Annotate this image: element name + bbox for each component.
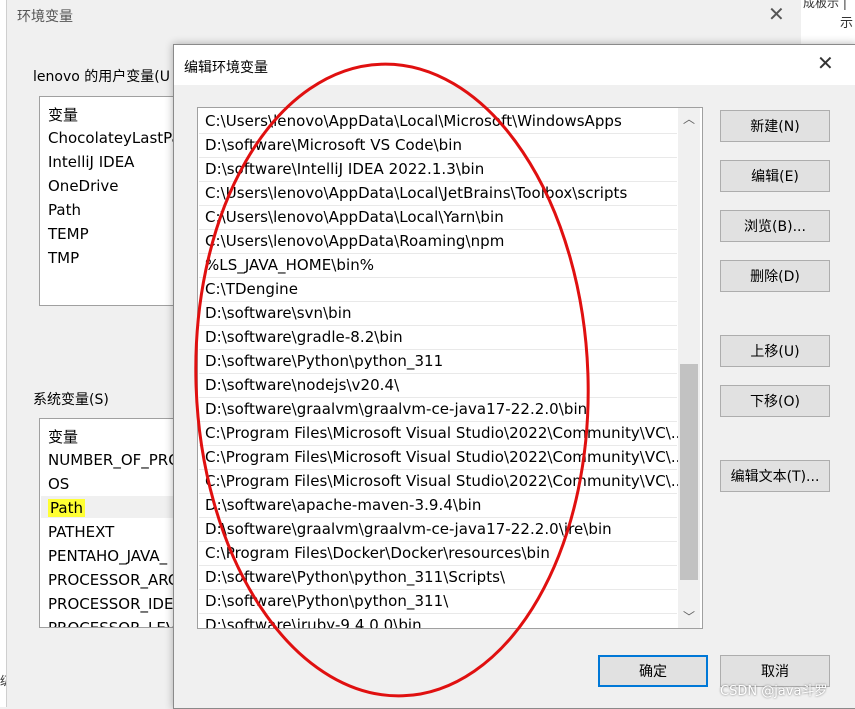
list-item[interactable]: PATHEXT: [48, 523, 114, 541]
edit-button[interactable]: 编辑(E): [720, 160, 830, 192]
row-divider: [199, 589, 677, 590]
list-item[interactable]: TMP: [48, 249, 79, 267]
background-top-text: 成板示 |: [803, 0, 847, 10]
path-list-item[interactable]: D:\software\graalvm\graalvm-ce-java17-22…: [205, 400, 587, 418]
new-button[interactable]: 新建(N): [720, 110, 830, 142]
list-item[interactable]: PROCESSOR_LEVE: [48, 619, 186, 627]
row-divider: [199, 301, 677, 302]
row-divider: [199, 517, 677, 518]
list-item[interactable]: IntelliJ IDEA: [48, 153, 134, 171]
list-item[interactable]: ChocolateyLastPa: [48, 129, 181, 147]
list-item[interactable]: OS: [48, 475, 69, 493]
path-list-item[interactable]: D:\software\Python\python_311: [205, 352, 443, 370]
list-item[interactable]: NUMBER_OF_PRO: [48, 451, 180, 469]
list-item[interactable]: Path: [48, 201, 81, 219]
path-list-item[interactable]: D:\software\IntelliJ IDEA 2022.1.3\bin: [205, 160, 484, 178]
path-list-item[interactable]: D:\software\Python\python_311\Scripts\: [205, 568, 505, 586]
edit-text-button[interactable]: 编辑文本(T)...: [720, 460, 830, 492]
row-divider: [199, 229, 677, 230]
path-list-item[interactable]: C:\Program Files\Microsoft Visual Studio…: [205, 424, 685, 442]
path-list-item[interactable]: D:\software\svn\bin: [205, 304, 352, 322]
delete-button[interactable]: 删除(D): [720, 260, 830, 292]
scroll-thumb[interactable]: [680, 364, 698, 580]
row-divider: [199, 253, 677, 254]
path-list-item[interactable]: D:\software\nodejs\v20.4\: [205, 376, 399, 394]
row-divider: [199, 397, 677, 398]
path-list-item[interactable]: D:\software\gradle-8.2\bin: [205, 328, 403, 346]
background-side-text: 示: [840, 16, 854, 31]
path-list-item[interactable]: C:\Users\lenovo\AppData\Local\JetBrains\…: [205, 184, 627, 202]
row-divider: [199, 445, 677, 446]
move-up-button[interactable]: 上移(U): [720, 335, 830, 367]
row-divider: [199, 373, 677, 374]
list-item-path-selected[interactable]: Path: [48, 499, 85, 517]
path-list-item[interactable]: C:\Program Files\Microsoft Visual Studio…: [205, 472, 685, 490]
row-divider: [199, 541, 677, 542]
row-divider: [199, 349, 677, 350]
row-divider: [199, 469, 677, 470]
highlighted-label: Path: [48, 499, 85, 517]
row-divider: [199, 493, 677, 494]
row-divider: [199, 565, 677, 566]
list-item[interactable]: PROCESSOR_IDEN: [48, 595, 185, 613]
path-list-item[interactable]: C:\Users\lenovo\AppData\Roaming\npm: [205, 232, 504, 250]
path-list-item[interactable]: C:\Users\lenovo\AppData\Local\Microsoft\…: [205, 112, 622, 130]
row-divider: [199, 157, 677, 158]
move-down-button[interactable]: 下移(O): [720, 385, 830, 417]
path-list-item[interactable]: C:\Program Files\Microsoft Visual Studio…: [205, 448, 685, 466]
list-item[interactable]: TEMP: [48, 225, 89, 243]
browse-button[interactable]: 浏览(B)...: [720, 210, 830, 242]
scroll-up-icon[interactable]: ︿: [683, 110, 695, 127]
list-item[interactable]: PENTAHO_JAVA_: [48, 547, 167, 565]
dialog-title: 编辑环境变量: [184, 60, 268, 76]
column-header-variable[interactable]: 变量: [48, 426, 78, 447]
row-divider: [199, 205, 677, 206]
row-divider: [199, 325, 677, 326]
row-divider: [199, 277, 677, 278]
path-list-item[interactable]: D:\software\jruby-9.4.0.0\bin: [205, 616, 422, 628]
edit-env-var-dialog: 编辑环境变量 ✕ C:\Users\lenovo\AppData\Local\M…: [173, 44, 855, 709]
watermark: CSDN @java斗罗: [720, 684, 828, 699]
scrollbar[interactable]: ︿ ﹀: [678, 108, 700, 628]
scroll-down-icon[interactable]: ﹀: [683, 608, 695, 625]
title-bar: 编辑环境变量 ✕: [174, 45, 855, 85]
system-vars-group-label: 系统变量(S): [33, 392, 109, 408]
list-item[interactable]: OneDrive: [48, 177, 119, 195]
close-icon[interactable]: ✕: [817, 51, 834, 75]
path-list-item[interactable]: D:\software\graalvm\graalvm-ce-java17-22…: [205, 520, 612, 538]
path-list-item[interactable]: C:\TDengine: [205, 280, 298, 298]
path-list-item[interactable]: C:\Program Files\Docker\Docker\resources…: [205, 544, 550, 562]
row-divider: [199, 421, 677, 422]
close-icon[interactable]: ✕: [768, 2, 785, 26]
column-header-variable[interactable]: 变量: [48, 104, 78, 125]
path-list-item[interactable]: D:\software\apache-maven-3.9.4\bin: [205, 496, 481, 514]
path-list-item[interactable]: D:\software\Microsoft VS Code\bin: [205, 136, 462, 154]
path-list[interactable]: C:\Users\lenovo\AppData\Local\Microsoft\…: [197, 107, 703, 629]
path-list-item[interactable]: %LS_JAVA_HOME\bin%: [205, 256, 374, 274]
path-list-item[interactable]: C:\Users\lenovo\AppData\Local\Yarn\bin: [205, 208, 504, 226]
row-divider: [199, 181, 677, 182]
row-divider: [199, 133, 677, 134]
user-vars-group-label: lenovo 的用户变量(U: [33, 69, 170, 85]
row-divider: [199, 613, 677, 614]
ok-button[interactable]: 确定: [598, 655, 708, 687]
list-item[interactable]: PROCESSOR_ARC: [48, 571, 178, 589]
dialog-title: 环境变量: [17, 9, 73, 25]
path-list-item[interactable]: D:\software\Python\python_311\: [205, 592, 448, 610]
